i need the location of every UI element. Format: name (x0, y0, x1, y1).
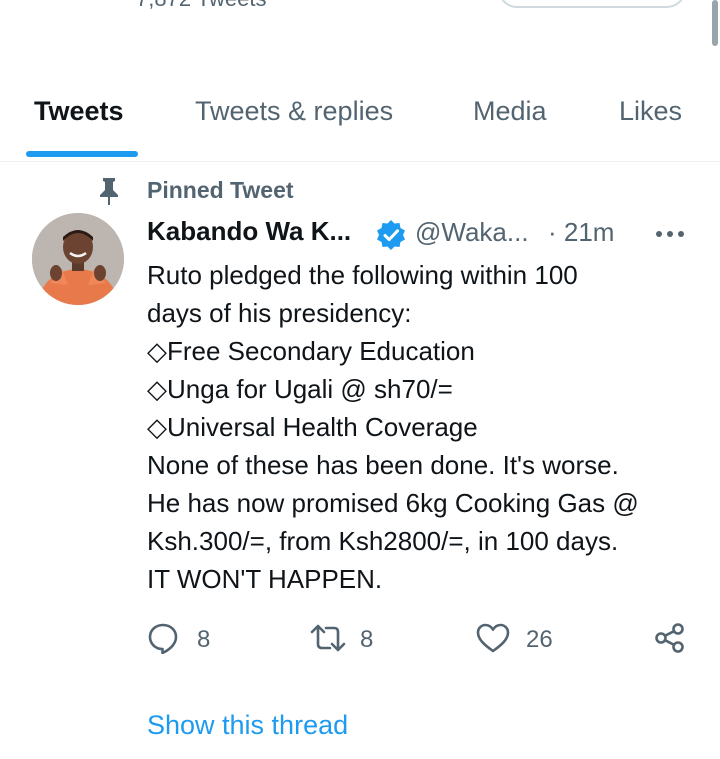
tab-tweets-and-replies[interactable]: Tweets & replies (195, 96, 393, 127)
tweet-count: 7,872 Tweets (136, 0, 266, 12)
profile-header-strip: 7,872 Tweets (0, 0, 720, 30)
tweet-text-line: ◇Unga for Ugali @ sh70/= (147, 374, 453, 404)
tab-likes[interactable]: Likes (619, 96, 682, 127)
retweet-count: 8 (360, 626, 374, 653)
reply-count: 8 (197, 626, 211, 653)
tweet-text-line: Ruto pledged the following within 100 (147, 260, 578, 290)
avatar[interactable] (32, 213, 124, 305)
tweet-text-line: ◇Universal Health Coverage (147, 412, 478, 442)
pin-icon (96, 176, 122, 206)
tweet-header: Kabando Wa K... @Waka... · 21m (147, 216, 687, 252)
tweet-text-line: IT WON'T HAPPEN. (147, 564, 383, 594)
reply-button[interactable]: 8 (147, 622, 227, 658)
like-button[interactable]: 26 (476, 622, 566, 658)
show-thread-link[interactable]: Show this thread (147, 710, 348, 741)
tweet-text: Ruto pledged the following within 100 da… (147, 256, 707, 598)
tweet-text-line: Ksh.300/=, from Ksh2800/=, in 100 days. (147, 526, 619, 556)
profile-tabs: Tweets Tweets & replies Media Likes (0, 70, 720, 162)
share-button[interactable] (654, 622, 688, 658)
tab-media[interactable]: Media (473, 96, 547, 127)
more-icon[interactable] (653, 222, 687, 246)
tab-tweets[interactable]: Tweets (34, 96, 124, 127)
verified-badge-icon (375, 219, 407, 251)
author-handle[interactable]: @Waka... (415, 217, 529, 248)
scrollbar[interactable] (712, 0, 718, 46)
retweet-button[interactable]: 8 (310, 622, 390, 658)
tweet-text-line: None of these has been done. It's worse. (147, 450, 619, 480)
follow-button[interactable] (498, 0, 686, 8)
author-display-name[interactable]: Kabando Wa K... (147, 216, 351, 247)
tweet-text-line: He has now promised 6kg Cooking Gas @ (147, 488, 639, 518)
like-count: 26 (526, 626, 553, 653)
tweet-text-line: days of his presidency: (147, 298, 412, 328)
tweet-timestamp[interactable]: · 21m (548, 217, 614, 248)
tweet-text-line: ◇Free Secondary Education (147, 336, 475, 366)
active-tab-indicator (26, 151, 138, 157)
pinned-tweet-label: Pinned Tweet (147, 177, 294, 203)
